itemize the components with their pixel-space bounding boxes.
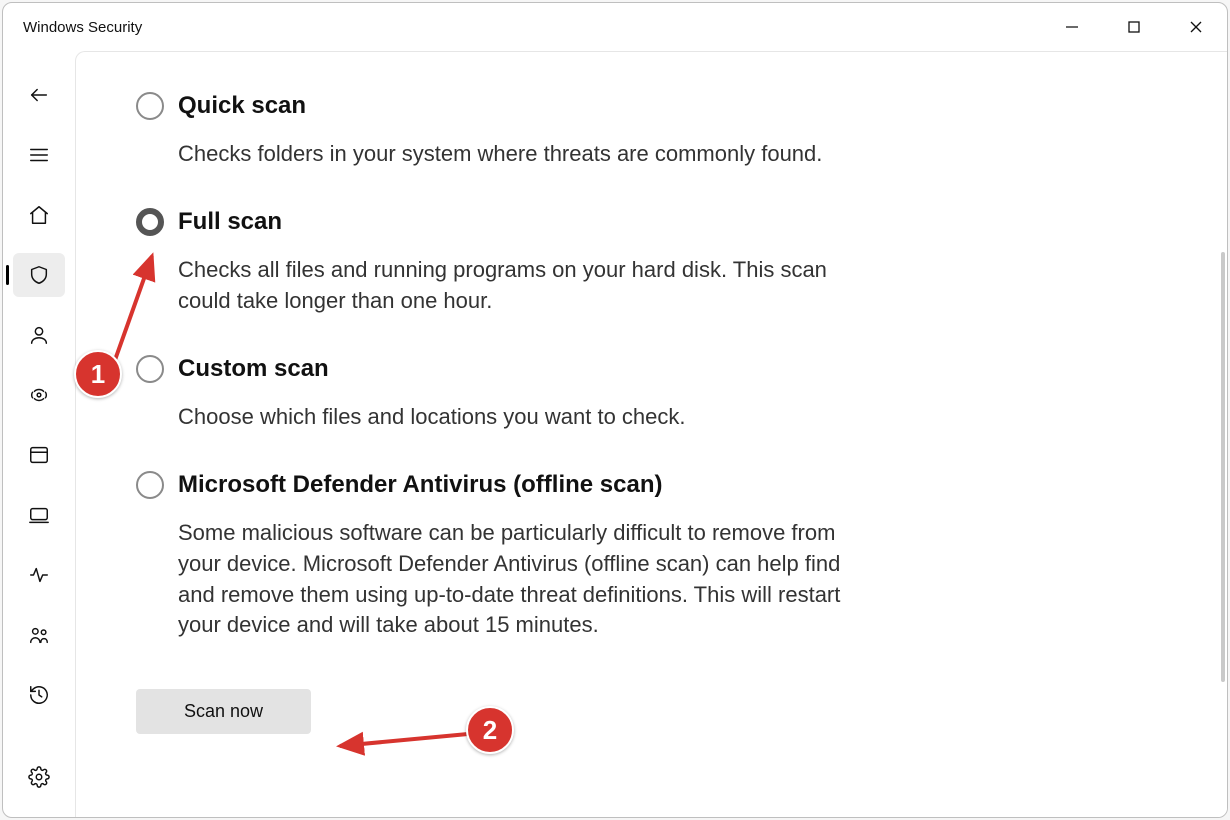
- scan-now-button[interactable]: Scan now: [136, 689, 311, 734]
- scan-option-quick[interactable]: Quick scan Checks folders in your system…: [136, 90, 996, 170]
- sidebar-item-settings[interactable]: [13, 755, 65, 799]
- option-description: Choose which files and locations you wan…: [178, 402, 878, 433]
- sidebar: [3, 51, 75, 817]
- window-frame: Windows Security: [2, 2, 1228, 818]
- option-title: Microsoft Defender Antivirus (offline sc…: [178, 469, 996, 500]
- sidebar-item-family[interactable]: [13, 613, 65, 657]
- option-description: Checks all files and running programs on…: [178, 255, 878, 317]
- sidebar-item-home[interactable]: [13, 193, 65, 237]
- minimize-button[interactable]: [1041, 3, 1103, 51]
- sidebar-item-device-security[interactable]: [13, 493, 65, 537]
- scrollbar-thumb[interactable]: [1221, 252, 1225, 682]
- titlebar: Windows Security: [3, 3, 1227, 51]
- annotation-badge-1: 1: [74, 350, 122, 398]
- option-title: Full scan: [178, 206, 996, 237]
- scan-option-full[interactable]: Full scan Checks all files and running p…: [136, 206, 996, 317]
- sidebar-item-account[interactable]: [13, 313, 65, 357]
- content-area: Quick scan Checks folders in your system…: [75, 51, 1227, 817]
- scan-option-offline[interactable]: Microsoft Defender Antivirus (offline sc…: [136, 469, 996, 641]
- option-body: Quick scan Checks folders in your system…: [178, 90, 996, 170]
- window-controls: [1041, 3, 1227, 51]
- hamburger-menu-icon[interactable]: [13, 133, 65, 177]
- option-title: Custom scan: [178, 353, 996, 384]
- close-button[interactable]: [1165, 3, 1227, 51]
- option-body: Custom scan Choose which files and locat…: [178, 353, 996, 433]
- window-title: Windows Security: [23, 19, 142, 36]
- option-description: Some malicious software can be particula…: [178, 518, 878, 641]
- scan-option-custom[interactable]: Custom scan Choose which files and locat…: [136, 353, 996, 433]
- option-body: Microsoft Defender Antivirus (offline sc…: [178, 469, 996, 641]
- window-body: Quick scan Checks folders in your system…: [3, 51, 1227, 817]
- back-button[interactable]: [13, 73, 65, 117]
- radio-full-scan[interactable]: [136, 208, 164, 236]
- radio-quick-scan[interactable]: [136, 92, 164, 120]
- option-title: Quick scan: [178, 90, 996, 121]
- sidebar-item-app-browser[interactable]: [13, 433, 65, 477]
- sidebar-item-virus-protection[interactable]: [13, 253, 65, 297]
- radio-custom-scan[interactable]: [136, 355, 164, 383]
- sidebar-item-device-performance[interactable]: [13, 553, 65, 597]
- sidebar-item-firewall[interactable]: [13, 373, 65, 417]
- scan-options-panel: Quick scan Checks folders in your system…: [76, 52, 996, 774]
- maximize-button[interactable]: [1103, 3, 1165, 51]
- sidebar-item-history[interactable]: [13, 673, 65, 717]
- option-body: Full scan Checks all files and running p…: [178, 206, 996, 317]
- option-description: Checks folders in your system where thre…: [178, 139, 878, 170]
- radio-offline-scan[interactable]: [136, 471, 164, 499]
- annotation-badge-2: 2: [466, 706, 514, 754]
